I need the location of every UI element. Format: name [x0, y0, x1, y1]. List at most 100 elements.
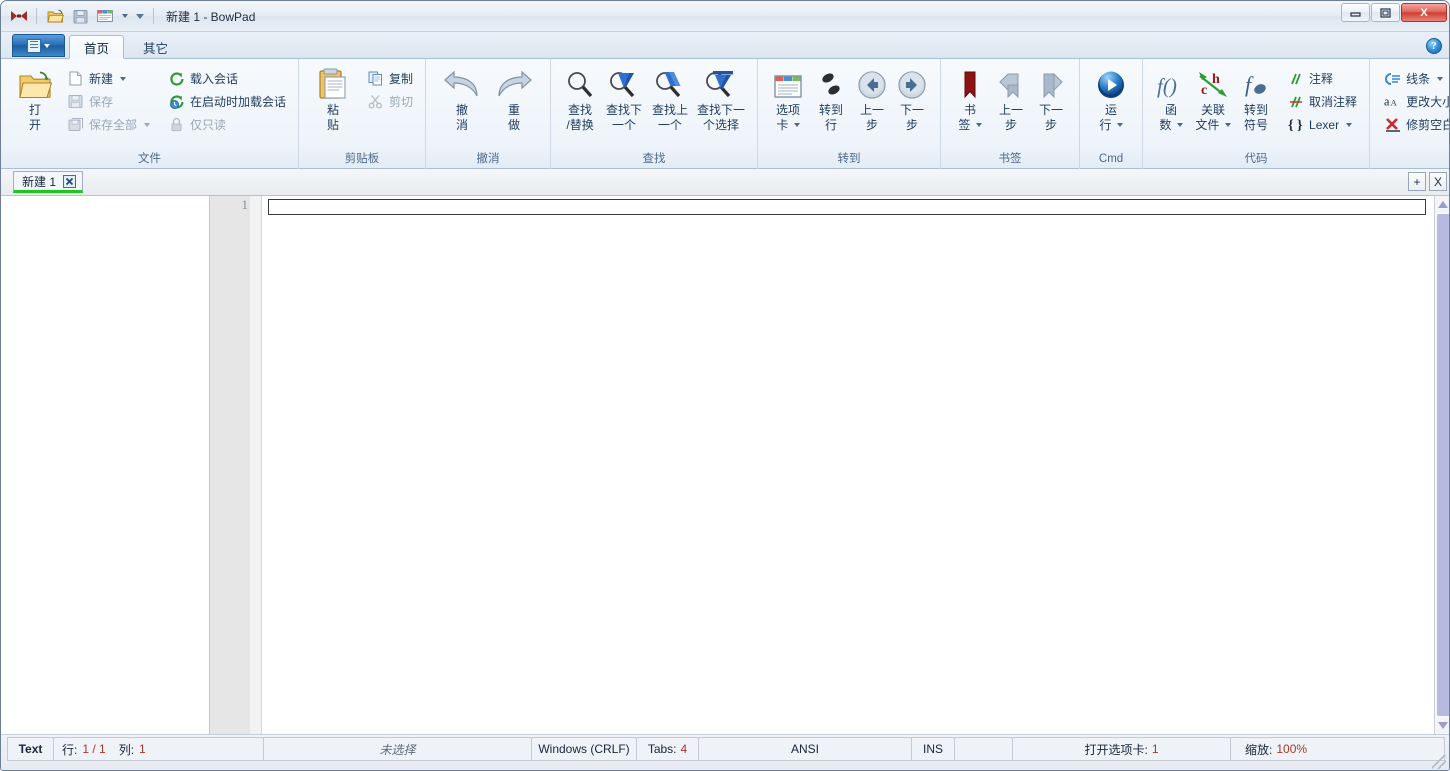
- goto-line-label: 转到行: [819, 103, 844, 132]
- lines-label: 线条: [1406, 72, 1431, 86]
- svg-text:{ }: { }: [1288, 118, 1303, 132]
- open-icon[interactable]: [44, 5, 66, 27]
- redo-icon: [495, 66, 533, 100]
- document-tab-strip: 新建 1 + X: [1, 169, 1449, 196]
- related-files-label: 关联 文件: [1191, 103, 1235, 133]
- redo-button-label: 重做: [508, 103, 521, 132]
- bookmark-icon: [960, 66, 980, 100]
- editor-area: 1: [210, 196, 1449, 734]
- related-files-icon: h c: [1196, 66, 1230, 100]
- load-session-startup-label: 在启动时加载会话: [190, 95, 287, 109]
- find-next-selection-button[interactable]: 查找下一 个选择: [693, 64, 749, 133]
- file-tree-panel[interactable]: [1, 196, 210, 734]
- status-encoding[interactable]: ANSI: [699, 738, 912, 760]
- uncomment-button[interactable]: 取消注释: [1283, 90, 1361, 113]
- bookmark-next-button[interactable]: 下一步: [1031, 64, 1071, 133]
- status-line-label: 行:: [62, 742, 78, 757]
- copy-label: 复制: [389, 72, 414, 86]
- cut-button[interactable]: 剪切: [363, 90, 417, 113]
- save-icon[interactable]: [69, 5, 91, 27]
- maximize-button[interactable]: [1371, 3, 1400, 22]
- lines-button[interactable]: 线条: [1380, 67, 1449, 90]
- chevron-down-icon[interactable]: [1437, 76, 1444, 81]
- undo-button-label: 撤消: [456, 103, 469, 132]
- scroll-down-button[interactable]: [1435, 718, 1449, 733]
- new-file-button[interactable]: 新建: [63, 67, 154, 90]
- cut-icon: [367, 93, 384, 110]
- goto-symbol-button[interactable]: f 转到 符号: [1235, 64, 1277, 133]
- status-col-label: 列:: [118, 742, 135, 757]
- function-button-label: 函数: [1151, 103, 1191, 133]
- comment-button[interactable]: 注释: [1283, 67, 1361, 90]
- status-eol[interactable]: Windows (CRLF): [532, 738, 637, 760]
- qat-customize-icon[interactable]: [134, 5, 146, 27]
- forward-button[interactable]: 下一步: [892, 64, 932, 133]
- status-tabs-label: Tabs:: [647, 742, 677, 756]
- document-tab[interactable]: 新建 1: [13, 171, 84, 193]
- minimize-button[interactable]: [1341, 3, 1370, 22]
- tabs-icon[interactable]: [94, 5, 116, 27]
- status-zoom-label: 缩放:: [1245, 742, 1273, 757]
- back-button[interactable]: 上一步: [852, 64, 892, 133]
- find-prev-button[interactable]: 查找上 一个: [647, 64, 693, 133]
- load-session-button[interactable]: 载入会话: [164, 67, 290, 90]
- group-label-goto: 转到: [837, 153, 861, 165]
- find-replace-button[interactable]: 查找/替换: [559, 64, 601, 133]
- paste-button[interactable]: 粘贴: [307, 64, 359, 133]
- open-button-label: 打开: [28, 103, 41, 132]
- status-tabs[interactable]: Tabs: 4: [637, 738, 699, 760]
- application-menu-button[interactable]: [12, 34, 65, 57]
- resize-grip[interactable]: [1432, 755, 1446, 769]
- close-icon[interactable]: [63, 174, 77, 188]
- add-tab-button[interactable]: +: [1408, 172, 1426, 191]
- change-case-button[interactable]: aA 更改大小写: [1380, 90, 1449, 113]
- related-files-button[interactable]: h c 关联 文件: [1191, 64, 1235, 133]
- load-session-icon: [168, 70, 185, 87]
- function-button[interactable]: f() 函数: [1151, 64, 1191, 133]
- lexer-button[interactable]: { } Lexer: [1283, 113, 1361, 136]
- goto-line-button[interactable]: 转到行: [810, 64, 852, 133]
- save-button[interactable]: 保存: [63, 90, 154, 113]
- chevron-down-icon[interactable]: [120, 76, 127, 81]
- load-session-startup-button[interactable]: 在启动时加载会话: [164, 90, 290, 113]
- scroll-up-button[interactable]: [1435, 197, 1449, 212]
- chevron-down-icon[interactable]: [1346, 122, 1353, 127]
- redo-button[interactable]: 重做: [488, 64, 540, 133]
- open-button[interactable]: 打开: [9, 64, 61, 133]
- bookmark-prev-button[interactable]: 上一步: [991, 64, 1031, 133]
- lexer-label: Lexer: [1309, 117, 1340, 132]
- undo-button[interactable]: 撤消: [436, 64, 488, 133]
- title-bar: 新建 1 - BowPad X: [1, 1, 1449, 32]
- ribbon-tab-home[interactable]: 首页: [69, 35, 125, 59]
- text-editor[interactable]: [261, 196, 1434, 734]
- find-next-button[interactable]: 查找下 一个: [601, 64, 647, 133]
- qat-separator-2: [153, 8, 154, 24]
- status-zoom[interactable]: 缩放: 100%: [1231, 738, 1444, 760]
- line-number: 1: [241, 197, 249, 212]
- run-button[interactable]: 运行: [1090, 64, 1132, 133]
- status-selection[interactable]: 未选择: [264, 738, 532, 760]
- qat-separator: [36, 8, 37, 24]
- find-prev-icon: [653, 66, 687, 100]
- status-document-type[interactable]: Text: [8, 738, 54, 760]
- status-open-tabs[interactable]: 打开选项卡: 1: [1013, 738, 1231, 760]
- status-line-col[interactable]: 行: 1 / 1 列: 1: [54, 738, 264, 760]
- vertical-scrollbar[interactable]: [1434, 196, 1449, 734]
- close-button[interactable]: X: [1401, 3, 1447, 22]
- qat-tabs-dropdown-icon[interactable]: [119, 5, 131, 27]
- status-insert-mode[interactable]: INS: [912, 738, 955, 760]
- ribbon-tab-other[interactable]: 其它: [128, 35, 183, 58]
- bowpad-icon[interactable]: [9, 7, 29, 25]
- copy-button[interactable]: 复制: [363, 67, 417, 90]
- window-title: 新建 1 - BowPad: [166, 9, 256, 24]
- clipboard-column-1: 复制 剪切: [363, 64, 417, 113]
- bookmark-button[interactable]: 书签: [949, 64, 991, 133]
- scrollbar-thumb[interactable]: [1436, 214, 1449, 716]
- chevron-down-icon[interactable]: [144, 122, 151, 127]
- trim-whitespace-button[interactable]: 修剪空白字符: [1380, 113, 1449, 136]
- save-all-button[interactable]: 保存全部: [63, 113, 154, 136]
- close-all-tabs-button[interactable]: X: [1429, 172, 1447, 191]
- tabs-button[interactable]: 选项卡: [766, 64, 810, 133]
- read-only-button[interactable]: 仅只读: [164, 113, 290, 136]
- help-icon[interactable]: ?: [1426, 38, 1442, 54]
